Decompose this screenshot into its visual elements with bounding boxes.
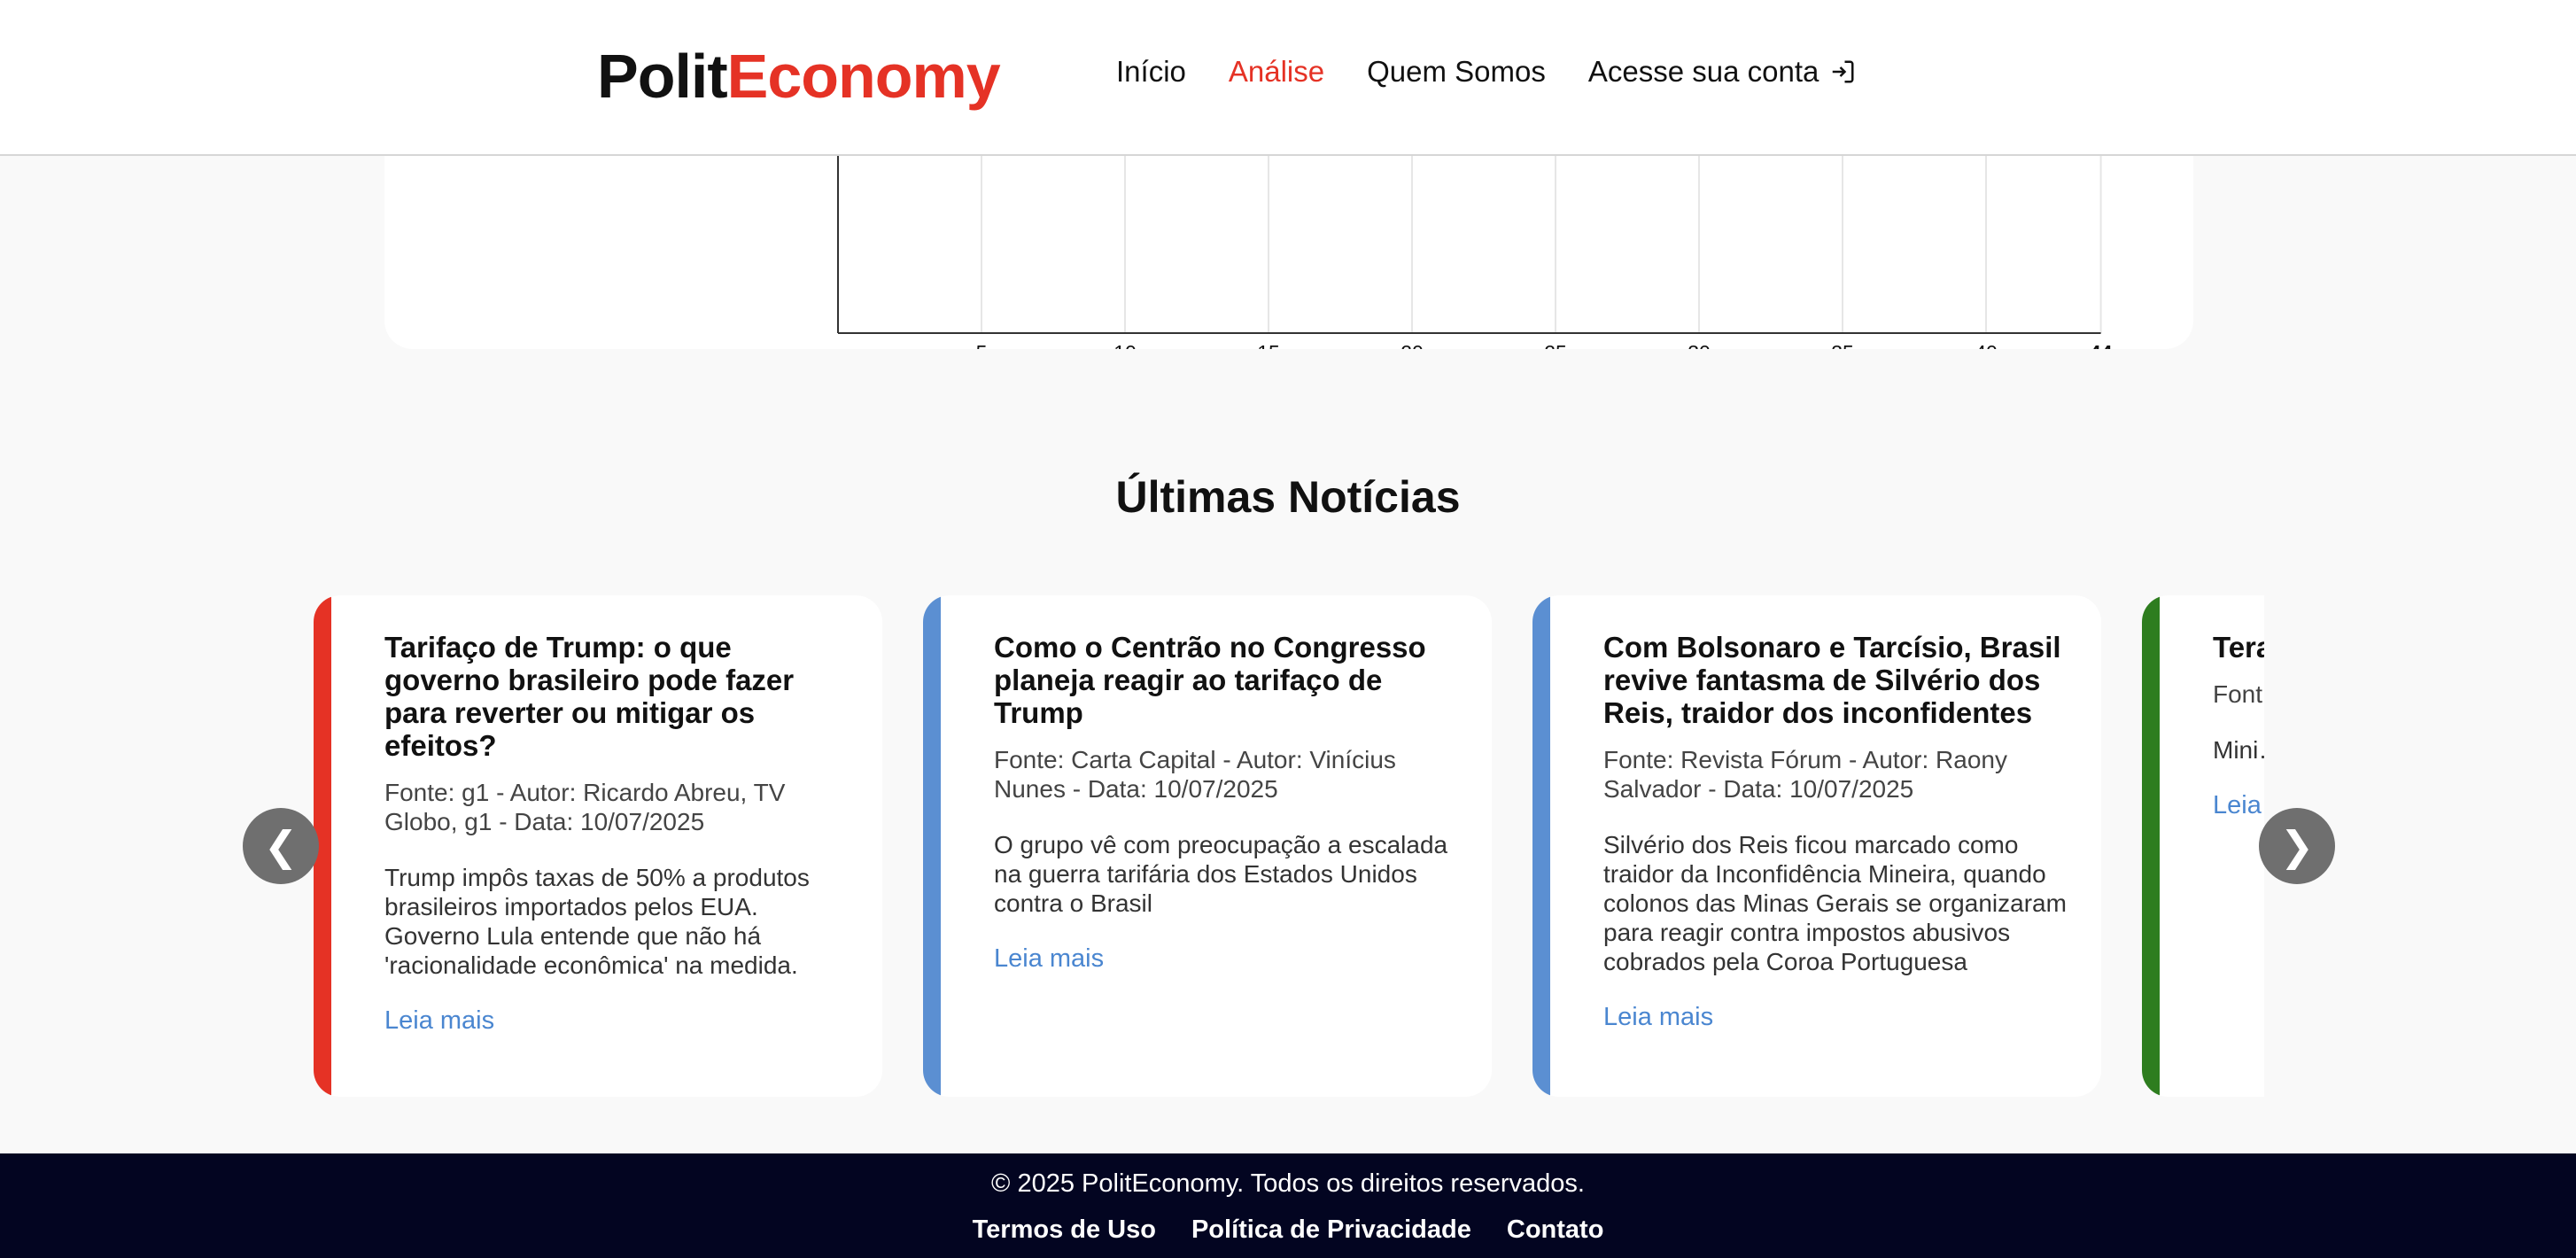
news-card: Como o Centrão no Congresso planeja reag… — [923, 595, 1492, 1097]
nav-quem-somos[interactable]: Quem Somos — [1367, 55, 1546, 89]
carousel-next-button[interactable]: ❯ — [2259, 808, 2335, 884]
chart-x-tick-label: 30 — [1688, 341, 1711, 349]
footer-links: Termos de Uso Política de Privacidade Co… — [0, 1215, 2576, 1245]
card-accent-stripe — [2142, 595, 2160, 1097]
read-more-link[interactable]: Leia mais — [1603, 1003, 2073, 1032]
footer-link-termos[interactable]: Termos de Uso — [973, 1215, 1156, 1245]
carousel-prev-button[interactable]: ❮ — [243, 808, 319, 884]
nav-analise[interactable]: Análise — [1229, 55, 1324, 89]
main-nav: Início Análise Quem Somos Acesse sua con… — [1116, 55, 1898, 89]
logo-text-polit: Polit — [597, 42, 728, 111]
chart-x-tick-label: 10 — [1113, 341, 1137, 349]
chart-x-tick-label: 40 — [1975, 341, 1998, 349]
login-icon — [1833, 60, 1854, 83]
news-card: Com Bolsonaro e Tarcísio, Brasil revive … — [1532, 595, 2101, 1097]
news-card-summary: O grupo vê com preocupação a escalada na… — [994, 831, 1448, 917]
news-section-title: Últimas Notícias — [1115, 472, 1461, 522]
news-card-summary: Mini… com… infra… que… paci… — [2213, 736, 2264, 764]
nav-acesse-conta-label: Acesse sua conta — [1587, 55, 1819, 88]
chart-x-tick-label: 44 — [2090, 341, 2113, 349]
read-more-link[interactable]: Leia mais — [384, 1006, 854, 1036]
news-card-title: Tera… con… intr… — [2213, 631, 2264, 664]
site-logo[interactable]: PolitEconomy — [597, 41, 1001, 112]
chart-x-tick-label: 25 — [1544, 341, 1567, 349]
chart-x-tick-label: 5 — [976, 341, 988, 349]
news-card-meta: Font… Saúd… — [2213, 680, 2264, 708]
footer-link-privacidade[interactable]: Política de Privacidade — [1191, 1215, 1471, 1245]
chevron-right-icon: ❯ — [2279, 823, 2315, 869]
site-footer: © 2025 PolitEconomy. Todos os direitos r… — [0, 1153, 2576, 1258]
read-more-link[interactable]: Leia mais — [994, 944, 1463, 974]
news-card-title: Com Bolsonaro e Tarcísio, Brasil revive … — [1603, 631, 2061, 729]
footer-link-contato[interactable]: Contato — [1507, 1215, 1604, 1245]
logo-text-economy: Economy — [726, 42, 1001, 111]
news-card: Tera… con… intr… Font… Saúd… Mini… com… … — [2142, 595, 2264, 1097]
news-card-meta: Fonte: Revista Fórum - Autor: Raony Salv… — [1603, 746, 2007, 803]
chart-x-tick-label: 15 — [1257, 341, 1280, 349]
card-accent-stripe — [1532, 595, 1550, 1097]
news-card-meta: Fonte: Carta Capital - Autor: Vinícius N… — [994, 746, 1396, 803]
news-card: Tarifaço de Trump: o que governo brasile… — [314, 595, 882, 1097]
chart-x-tick-label: 35 — [1831, 341, 1854, 349]
chevron-left-icon: ❮ — [263, 823, 299, 869]
footer-copyright: © 2025 PolitEconomy. Todos os direitos r… — [991, 1169, 1585, 1198]
chart-x-tick-label: 20 — [1401, 341, 1424, 349]
card-accent-stripe — [923, 595, 941, 1097]
nav-acesse-conta[interactable]: Acesse sua conta — [1588, 55, 1857, 89]
news-card-summary: Trump impôs taxas de 50% a produtos bras… — [384, 864, 810, 979]
news-card-title: Tarifaço de Trump: o que governo brasile… — [384, 631, 795, 762]
nav-inicio[interactable]: Início — [1116, 55, 1186, 89]
news-card-summary: Silvério dos Reis ficou marcado como tra… — [1603, 831, 2067, 975]
news-carousel: Tarifaço de Trump: o que governo brasile… — [314, 595, 2264, 1099]
news-card-title: Como o Centrão no Congresso planeja reag… — [994, 631, 1426, 729]
site-header: PolitEconomy Início Análise Quem Somos A… — [0, 0, 2576, 156]
read-more-link[interactable]: Leia mais — [2213, 791, 2264, 820]
news-card-meta: Fonte: g1 - Autor: Ricardo Abreu, TV Glo… — [384, 779, 786, 835]
